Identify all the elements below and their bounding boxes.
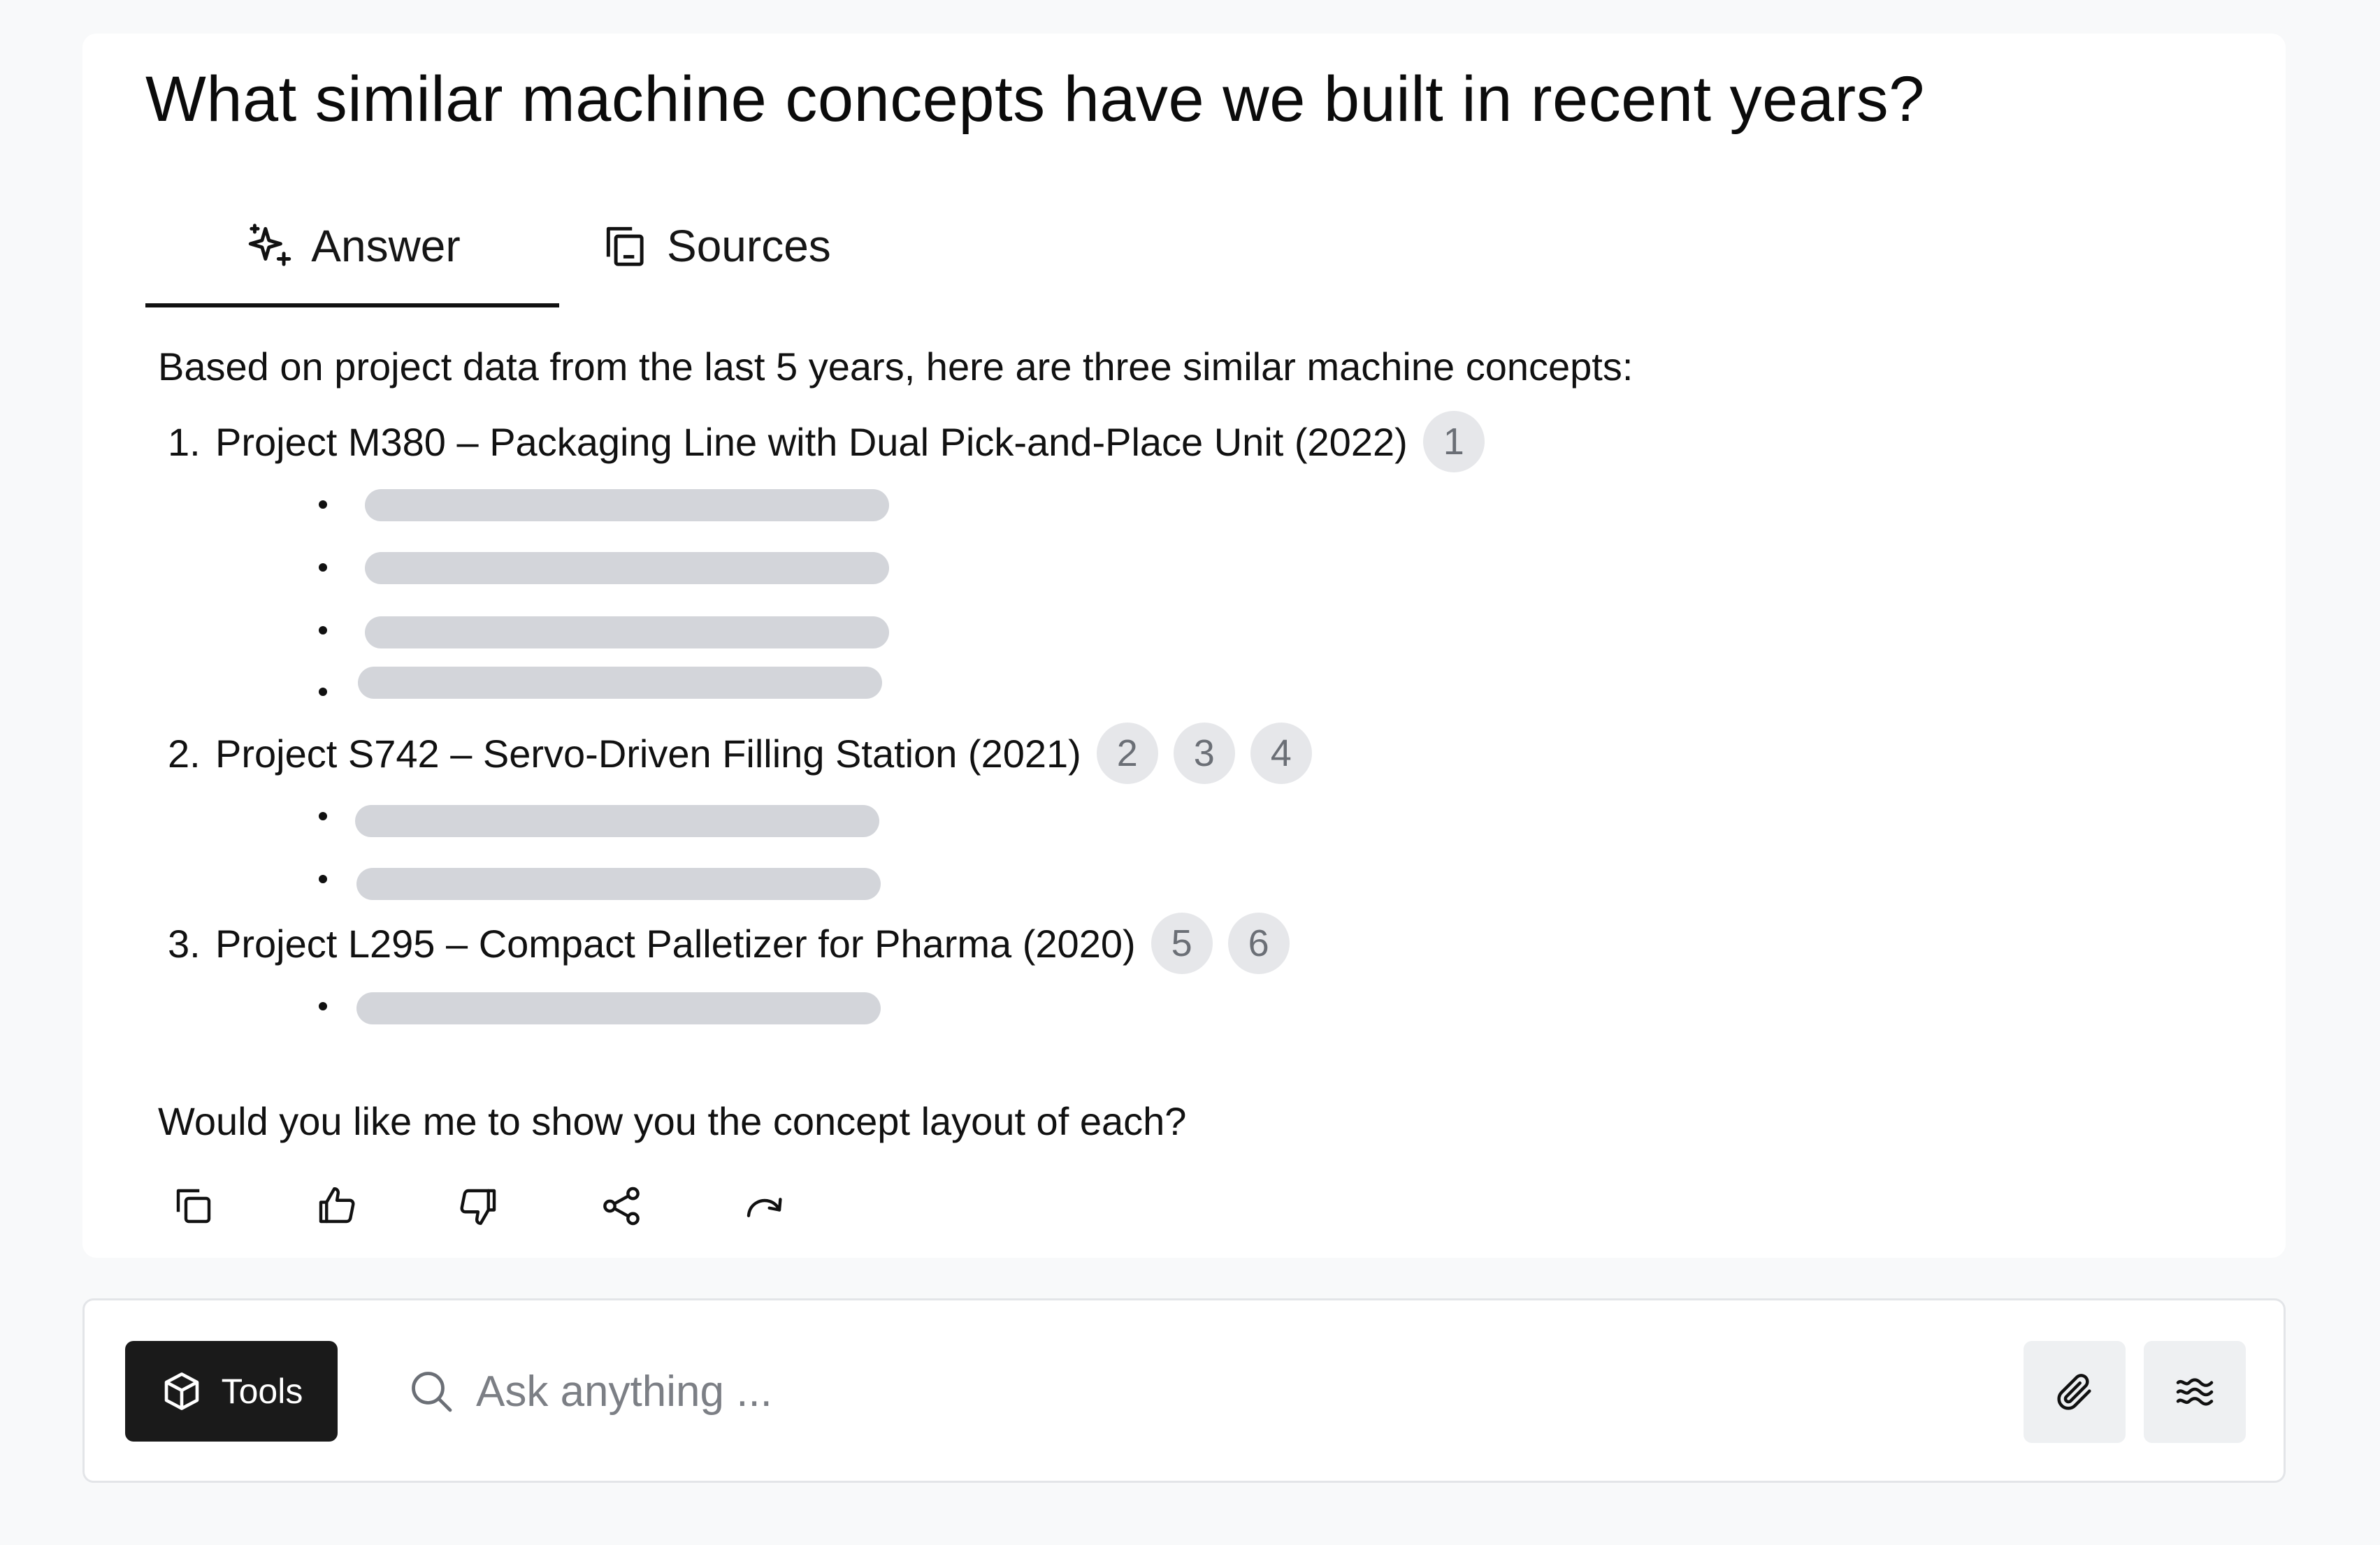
citation-badge[interactable]: 2 (1096, 723, 1158, 784)
waves-icon (2176, 1378, 2214, 1406)
search-icon (412, 1372, 452, 1412)
answer-card: What similar machine concepts have we bu… (82, 34, 2286, 1258)
tab-answer[interactable]: Answer (145, 187, 559, 305)
question-title: What similar machine concepts have we bu… (145, 64, 1925, 135)
bullet (319, 563, 327, 572)
search-field (406, 1341, 2084, 1442)
citation-badge[interactable]: 3 (1173, 723, 1235, 784)
active-tab-indicator (145, 303, 559, 307)
cube-icon (164, 1372, 199, 1410)
copy-button[interactable] (171, 1178, 313, 1234)
placeholder-line (356, 992, 881, 1024)
list-number: 3. (168, 921, 201, 966)
project-title: Project S742 – Servo-Driven Filling Stat… (215, 731, 1081, 776)
tools-button[interactable]: Tools (125, 1341, 338, 1442)
copy-icon (176, 1189, 211, 1224)
voice-button[interactable] (2144, 1341, 2246, 1443)
documents-icon (606, 226, 644, 266)
placeholder-line (365, 616, 889, 648)
list-item: 2. Project S742 – Servo-Driven Filling S… (168, 723, 1312, 784)
placeholder-line (355, 805, 879, 837)
share-button[interactable] (598, 1178, 741, 1234)
bullet (319, 812, 327, 820)
sparkles-icon (249, 224, 291, 266)
citation-badge[interactable]: 5 (1151, 913, 1213, 974)
regenerate-button[interactable] (741, 1178, 884, 1234)
project-title: Project L295 – Compact Palletizer for Ph… (215, 921, 1136, 966)
thumbs-up-icon (319, 1187, 355, 1224)
answer-intro: Based on project data from the last 5 ye… (158, 344, 1633, 389)
list-item: 1. Project M380 – Packaging Line with Du… (168, 411, 1485, 472)
list-number: 1. (168, 419, 201, 464)
citation-badge[interactable]: 6 (1227, 913, 1290, 974)
citation-badge[interactable]: 1 (1422, 411, 1485, 472)
thumbs-down-icon (460, 1189, 496, 1225)
placeholder-line (365, 552, 889, 584)
bullet (319, 626, 327, 634)
answer-closing: Would you like me to show you the concep… (158, 1099, 1187, 1143)
message-actions (171, 1178, 884, 1234)
attach-button[interactable] (2024, 1341, 2126, 1443)
bullet (319, 688, 327, 696)
answer-tabs: Answer Sources (145, 187, 831, 307)
paperclip-icon (2057, 1374, 2091, 1410)
dislike-button[interactable] (456, 1178, 598, 1234)
like-button[interactable] (313, 1178, 456, 1234)
share-icon (603, 1187, 640, 1226)
list-number: 2. (168, 731, 201, 776)
placeholder-line (365, 489, 889, 521)
bullet (319, 500, 327, 509)
bullet (319, 1002, 327, 1010)
placeholder-line (358, 667, 882, 699)
tab-sources-label: Sources (667, 221, 831, 271)
tab-sources[interactable]: Sources (600, 187, 886, 305)
placeholder-line (356, 868, 881, 900)
list-item: 3. Project L295 – Compact Palletizer for… (168, 913, 1290, 974)
tab-answer-label: Answer (311, 221, 461, 271)
bullet (319, 875, 327, 883)
project-title: Project M380 – Packaging Line with Dual … (215, 419, 1408, 464)
tools-button-label: Tools (221, 1372, 303, 1411)
citation-badge[interactable]: 4 (1250, 723, 1312, 784)
redo-icon (747, 1198, 782, 1217)
ask-input[interactable] (476, 1366, 2014, 1416)
chat-composer: Tools (82, 1298, 2286, 1483)
